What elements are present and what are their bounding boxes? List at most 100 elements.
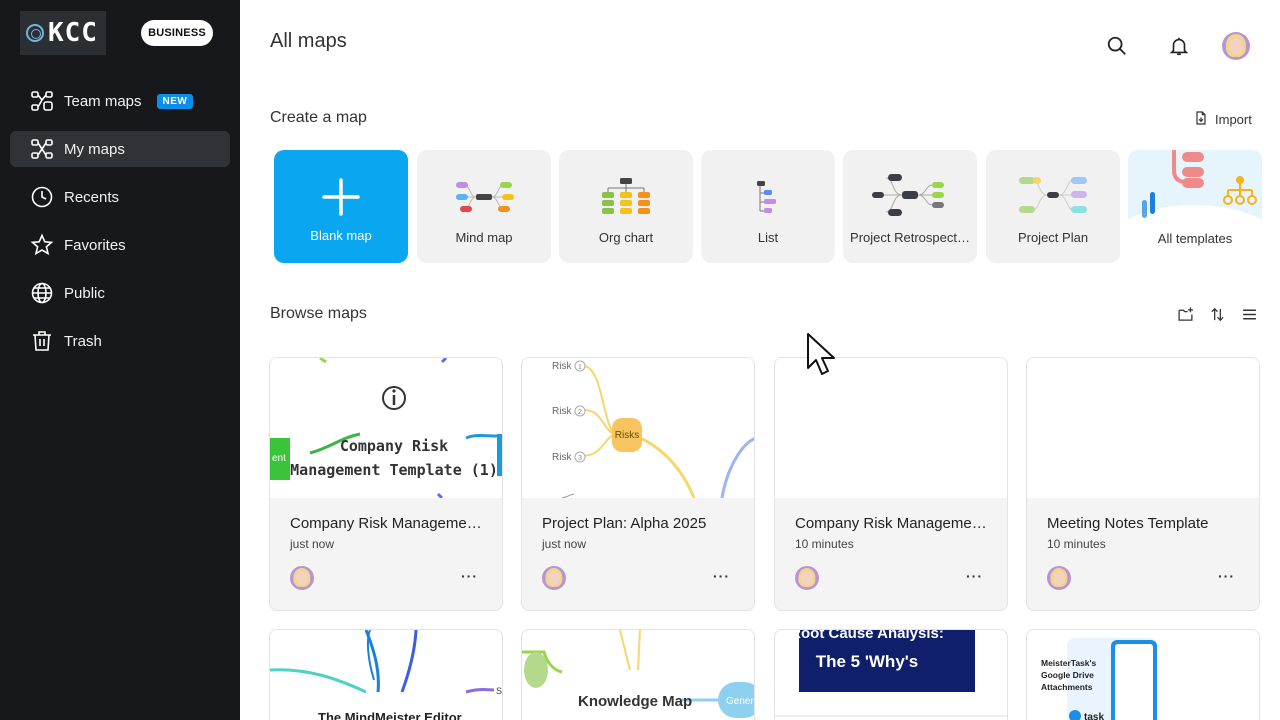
owner-avatar [542, 566, 566, 590]
template-mind-map[interactable]: Mind map [417, 150, 551, 263]
template-org-chart[interactable]: Org chart [559, 150, 693, 263]
map-preview: Risks Risk Risk Risk 1 2 3 [522, 358, 754, 498]
browse-toolbar [1176, 305, 1258, 323]
plus-icon [274, 172, 408, 222]
map-card[interactable]: Risks Risk Risk Risk 1 2 3 Project Plan:… [521, 357, 755, 611]
page-title: All maps [270, 30, 347, 52]
preview-title-line-2: The 5 'Why's [816, 652, 919, 671]
more-options-button[interactable]: ··· [461, 568, 478, 584]
preview-title-line-1: MeisterTask's [1041, 658, 1097, 668]
preview-title: Knowledge Map [578, 693, 692, 710]
main-content: All maps Create a map Import Blank map M… [240, 0, 1280, 720]
project-plan-icon [986, 170, 1120, 220]
import-button[interactable]: Import [1193, 110, 1252, 129]
clock-icon [30, 185, 54, 209]
sidebar-item-label: My maps [64, 140, 125, 158]
logo-icon [26, 24, 44, 42]
svg-text:3: 3 [578, 455, 582, 462]
map-card[interactable]: Root Cause Analysis: The 5 'Why's [774, 629, 1008, 720]
globe-icon [30, 281, 54, 305]
map-preview [1027, 358, 1259, 498]
preview-title-line-1: Root Cause Analysis: [790, 630, 944, 642]
create-map-title: Create a map [270, 109, 367, 126]
template-label: Project Plan [1017, 230, 1089, 245]
preview-logo: task [1084, 712, 1104, 720]
sidebar-item-favorites[interactable]: Favorites [10, 227, 230, 263]
template-label: All templates [1157, 231, 1233, 246]
sidebar-item-label: Favorites [64, 236, 126, 254]
template-project-retrospective[interactable]: Project Retrospect… [843, 150, 977, 263]
sidebar: KCC BUSINESS Team maps NEW My maps Recen… [0, 0, 240, 720]
more-options-button[interactable]: ··· [1218, 568, 1235, 584]
map-preview: Knowledge Map Genera [522, 630, 755, 718]
map-preview: Root Cause Analysis: The 5 'Why's [775, 630, 1007, 717]
svg-text:Risks: Risks [615, 430, 639, 441]
trash-icon [30, 329, 54, 353]
search-icon[interactable] [1104, 33, 1130, 59]
map-timestamp: 10 minutes [1047, 537, 1106, 551]
all-templates-art [1128, 150, 1262, 263]
owner-avatar [1047, 566, 1071, 590]
sidebar-item-team-maps[interactable]: Team maps NEW [10, 83, 230, 119]
bell-icon[interactable] [1166, 33, 1192, 59]
template-label: Blank map [310, 228, 372, 243]
sidebar-item-label: Trash [64, 332, 102, 350]
map-card[interactable]: MeisterTask's Google Drive Attachments t… [1026, 629, 1260, 720]
svg-text:Management Template (1): Management Template (1) [290, 461, 498, 479]
svg-text:Risk: Risk [552, 452, 572, 463]
mind-map-icon [417, 172, 551, 222]
import-icon [1193, 110, 1209, 129]
sidebar-item-label: Team maps [64, 92, 142, 110]
sort-icon[interactable] [1208, 305, 1226, 323]
list-icon [701, 172, 835, 222]
map-card[interactable]: Company Risk Management Template (1) ent… [269, 357, 503, 611]
template-label: Mind map [455, 230, 513, 245]
map-timestamp: 10 minutes [795, 537, 854, 551]
preview-title: The MindMeister Editor [318, 710, 462, 720]
star-icon [30, 233, 54, 257]
template-project-plan[interactable]: Project Plan [986, 150, 1120, 263]
template-label: Project Retrospect… [850, 230, 970, 245]
template-label: List [757, 230, 779, 245]
map-title: Project Plan: Alpha 2025 [542, 515, 707, 532]
team-maps-icon [30, 89, 54, 113]
svg-text:Company Risk: Company Risk [340, 437, 448, 455]
sidebar-item-public[interactable]: Public [10, 275, 230, 311]
template-label: Org chart [598, 230, 654, 245]
sidebar-item-recents[interactable]: Recents [10, 179, 230, 215]
svg-text:Risk: Risk [552, 361, 572, 372]
map-title: Company Risk Manageme… [290, 515, 482, 532]
browse-maps-title: Browse maps [270, 305, 367, 322]
map-timestamp: just now [542, 537, 587, 551]
retrospective-icon [843, 170, 977, 220]
map-card[interactable]: Company Risk Manageme… 10 minutes ··· [774, 357, 1008, 611]
owner-avatar [290, 566, 314, 590]
map-card[interactable]: Meeting Notes Template 10 minutes ··· [1026, 357, 1260, 611]
logo-text: KCC [48, 18, 98, 48]
map-title: Company Risk Manageme… [795, 515, 987, 532]
template-list[interactable]: List [701, 150, 835, 263]
map-card[interactable]: The MindMeister Editor St [269, 629, 503, 720]
svg-text:1: 1 [578, 364, 582, 371]
template-all-templates[interactable]: All templates [1128, 150, 1262, 263]
svg-text:ent: ent [272, 453, 286, 464]
map-preview [775, 358, 1007, 498]
preview-side: St [496, 686, 503, 696]
workspace-logo[interactable]: KCC [20, 11, 106, 55]
preview-side: Genera [726, 696, 755, 707]
svg-text:Risk: Risk [552, 406, 572, 417]
user-avatar[interactable] [1222, 32, 1250, 60]
map-card[interactable]: Knowledge Map Genera [521, 629, 755, 720]
map-preview: Company Risk Management Template (1) ent [270, 358, 502, 498]
org-chart-icon [559, 172, 693, 222]
more-options-button[interactable]: ··· [713, 568, 730, 584]
more-options-button[interactable]: ··· [966, 568, 983, 584]
map-preview: The MindMeister Editor St [270, 630, 503, 720]
new-folder-icon[interactable] [1176, 305, 1194, 323]
list-view-icon[interactable] [1240, 305, 1258, 323]
map-timestamp: just now [290, 537, 335, 551]
template-blank-map[interactable]: Blank map [274, 150, 408, 263]
plan-badge[interactable]: BUSINESS [141, 20, 213, 46]
sidebar-item-my-maps[interactable]: My maps [10, 131, 230, 167]
sidebar-item-trash[interactable]: Trash [10, 323, 230, 359]
